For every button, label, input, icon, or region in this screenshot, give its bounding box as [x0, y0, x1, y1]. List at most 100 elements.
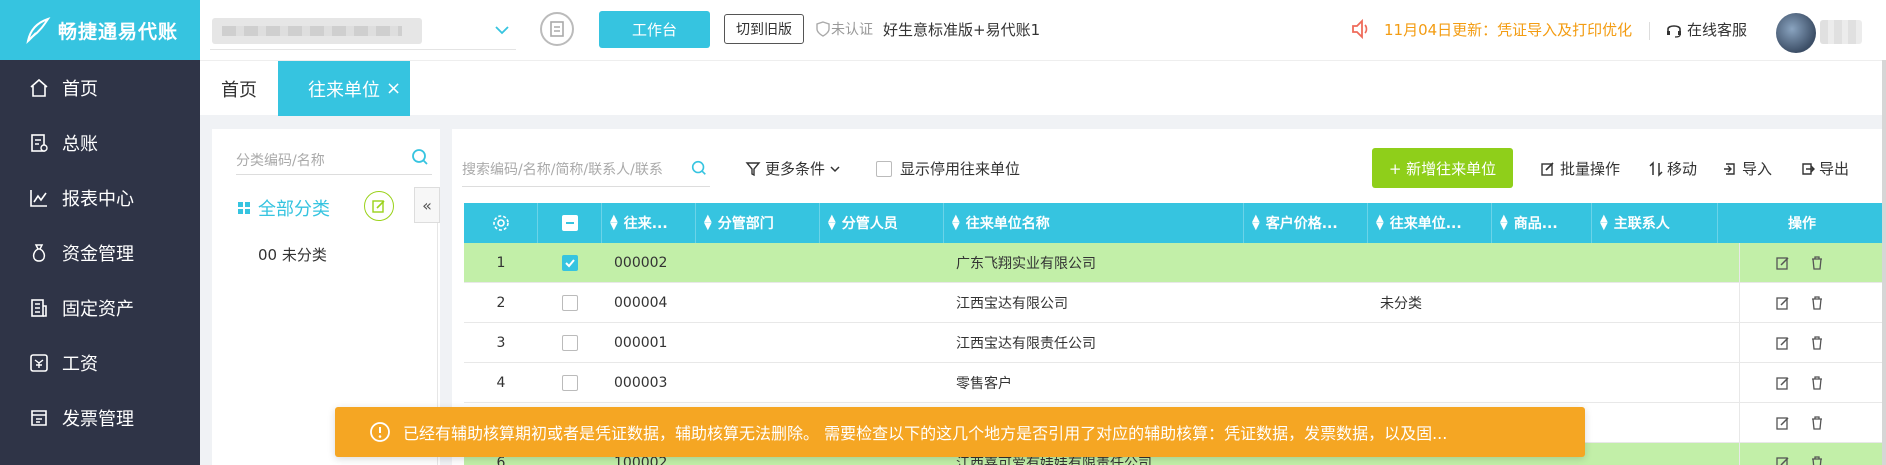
table-row[interactable]: 3 000001 江西宝达有限责任公司 — [464, 323, 1886, 363]
sidebar-item-invoices[interactable]: 发票管理 — [0, 390, 200, 445]
row-checkbox[interactable] — [562, 375, 578, 391]
trash-icon[interactable] — [1810, 323, 1824, 363]
sidebar: 畅捷通易代账 首页 总账 报表中心 资金管理 固定资产 工资 发票管理 — [0, 0, 200, 465]
row-checkbox-cell[interactable] — [538, 363, 602, 403]
row-name: 零售客户 — [956, 376, 1012, 392]
column-dept[interactable]: ▲ ▼ 分管部门 — [696, 203, 820, 243]
column-code[interactable]: ▲ ▼ 往来... — [602, 203, 696, 243]
column-category[interactable]: ▲ ▼ 往来单位... — [1368, 203, 1492, 243]
sidebar-item-label: 资金管理 — [62, 243, 134, 265]
column-contact[interactable]: ▲ ▼ 主联系人 — [1592, 203, 1718, 243]
tab-home[interactable]: 首页 — [200, 61, 278, 116]
search-icon[interactable] — [690, 159, 708, 177]
column-staff[interactable]: ▲ ▼ 分管人员 — [820, 203, 944, 243]
account-selector[interactable] — [210, 14, 516, 50]
chart-icon — [28, 187, 50, 209]
edit-icon[interactable] — [1776, 363, 1790, 403]
table-row[interactable]: 2 000004 江西宝达有限公司 未分类 — [464, 283, 1886, 323]
edit-icon[interactable] — [1776, 403, 1790, 443]
sidebar-item-home[interactable]: 首页 — [0, 60, 200, 115]
warning-toast[interactable]: 已经有辅助核算期初或者是凭证数据，辅助核算无法删除。 需要检查以下的这几个地方是… — [335, 407, 1585, 457]
edit-category-button[interactable] — [364, 191, 394, 221]
export-button[interactable]: 导出 — [1799, 158, 1849, 179]
edit-icon[interactable] — [1776, 243, 1790, 283]
row-checkbox-cell[interactable] — [538, 323, 602, 363]
switch-old-version-button[interactable]: 切到旧版 — [724, 14, 804, 44]
trash-icon[interactable] — [1810, 443, 1824, 465]
select-all-header[interactable] — [538, 203, 602, 243]
sidebar-item-salary[interactable]: 工资 — [0, 335, 200, 390]
row-checkbox-cell[interactable] — [538, 243, 602, 283]
sidebar-item-label: 发票管理 — [62, 408, 134, 430]
row-checkbox[interactable] — [562, 255, 578, 271]
move-button[interactable]: 移动 — [1649, 158, 1697, 179]
edit-icon[interactable] — [1776, 443, 1790, 465]
brand-logo[interactable]: 畅捷通易代账 — [0, 0, 200, 60]
category-item-uncategorized[interactable]: 00 未分类 — [258, 244, 327, 265]
sidebar-item-label: 报表中心 — [62, 188, 134, 210]
workbench-button[interactable]: 工作台 — [599, 11, 710, 48]
home-icon — [28, 77, 50, 99]
sidebar-item-reports[interactable]: 报表中心 — [0, 170, 200, 225]
table-row[interactable]: 1 000002 广东飞翔实业有限公司 — [464, 243, 1886, 283]
page-scrollbar[interactable] — [1882, 60, 1886, 465]
trash-icon[interactable] — [1810, 283, 1824, 323]
table-row[interactable]: 4 000003 零售客户 — [464, 363, 1886, 403]
row-checkbox-cell[interactable] — [538, 283, 602, 323]
sidebar-item-ledger[interactable]: 总账 — [0, 115, 200, 170]
category-search-input[interactable]: 分类编码/名称 — [236, 141, 432, 175]
update-notice-text: 11月04日更新：凭证导入及打印优化 — [1384, 20, 1633, 39]
update-notice[interactable]: 11月04日更新：凭证导入及打印优化 — [1350, 18, 1632, 40]
more-conditions-button[interactable]: 更多条件 — [745, 158, 846, 179]
edit-icon[interactable] — [1776, 323, 1790, 363]
column-price[interactable]: ▲ ▼ 客户价格... — [1244, 203, 1368, 243]
ledger-icon — [28, 132, 50, 154]
tab-partners[interactable]: 往来单位 × — [278, 61, 410, 116]
row-code: 000002 — [614, 255, 668, 271]
brand-feather-icon — [26, 17, 51, 45]
checkbox[interactable] — [876, 160, 892, 177]
shield-icon — [816, 21, 830, 37]
import-label: 导入 — [1742, 160, 1773, 178]
collapse-panel-button[interactable]: « — [414, 187, 440, 223]
column-contact-label: 主联系人 — [1613, 216, 1670, 232]
row-checkbox[interactable] — [562, 335, 578, 351]
speaker-icon — [1352, 18, 1368, 40]
sidebar-item-funds[interactable]: 资金管理 — [0, 225, 200, 280]
show-disabled-checkbox[interactable]: 显示停用往来单位 — [876, 158, 1020, 179]
select-all-checkbox[interactable] — [561, 215, 578, 231]
avatar[interactable] — [1776, 13, 1816, 53]
row-checkbox[interactable] — [562, 295, 578, 311]
cube-icon[interactable] — [540, 12, 574, 46]
headset-icon — [1667, 24, 1681, 38]
trash-icon[interactable] — [1810, 403, 1824, 443]
edit-icon[interactable] — [1776, 283, 1790, 323]
sidebar-item-fixed-assets[interactable]: 固定资产 — [0, 280, 200, 335]
trash-icon[interactable] — [1810, 363, 1824, 403]
category-all[interactable]: 全部分类 — [238, 195, 330, 221]
column-settings-header[interactable] — [464, 203, 538, 243]
partner-search-input[interactable]: 搜索编码/名称/简称/联系人/联系 — [462, 149, 710, 187]
row-name: 广东飞翔实业有限公司 — [956, 256, 1096, 272]
batch-operation-button[interactable]: 批量操作 — [1540, 158, 1620, 179]
certification-status[interactable]: 未认证 — [815, 19, 873, 39]
close-icon[interactable]: × — [386, 78, 401, 99]
warning-icon — [370, 422, 390, 442]
account-name-redacted — [212, 18, 422, 44]
column-staff-label: 分管人员 — [841, 216, 898, 232]
sidebar-item-label: 固定资产 — [62, 298, 134, 320]
column-name[interactable]: ▲ ▼ 往来单位名称 — [944, 203, 1244, 243]
column-goods[interactable]: ▲ ▼ 商品... — [1492, 203, 1592, 243]
online-service[interactable]: 在线客服 — [1665, 19, 1747, 40]
more-conditions-label: 更多条件 — [765, 160, 826, 178]
chevron-down-icon — [492, 20, 512, 44]
top-header: 工作台 切到旧版 未认证 好生意标准版+易代账1 11月04日更新：凭证导入及打… — [200, 0, 1886, 60]
add-partner-button[interactable]: + 新增往来单位 — [1372, 148, 1513, 188]
search-icon[interactable] — [410, 147, 430, 167]
trash-icon[interactable] — [1810, 243, 1824, 283]
username-redacted[interactable] — [1820, 20, 1862, 44]
ops-divider — [1739, 363, 1740, 402]
online-service-label: 在线客服 — [1687, 21, 1748, 39]
row-code: 000001 — [614, 335, 668, 351]
import-button[interactable]: 导入 — [1722, 158, 1772, 179]
